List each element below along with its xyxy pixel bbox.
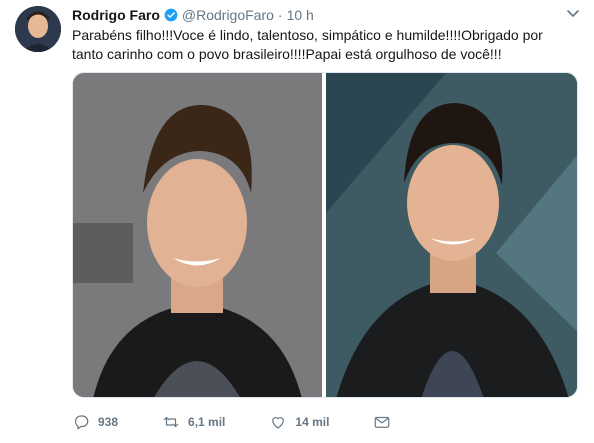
author-name[interactable]: Rodrigo Faro (72, 7, 160, 23)
reply-button[interactable]: 938 (72, 413, 118, 431)
separator: · (277, 7, 283, 23)
reply-count: 938 (98, 415, 119, 429)
tweet: Rodrigo Faro @RodrigoFaro · 10 h Parabén… (0, 0, 594, 443)
verified-badge-icon (164, 8, 178, 22)
photo-right[interactable] (326, 73, 577, 397)
reply-icon (74, 415, 89, 430)
avatar[interactable] (15, 6, 61, 52)
like-count: 14 mil (295, 415, 330, 429)
photo-right-image (326, 73, 577, 397)
like-button[interactable]: 14 mil (269, 413, 329, 431)
retweet-icon (163, 416, 179, 428)
tweet-actions: 938 6,1 mil 14 mil (72, 412, 443, 432)
tweet-header: Rodrigo Faro @RodrigoFaro · 10 h (72, 5, 314, 25)
avatar-image (15, 6, 61, 52)
timestamp[interactable]: 10 h (287, 7, 314, 23)
tweet-text: Parabéns filho!!!Voce é lindo, talentoso… (72, 27, 543, 62)
retweet-count: 6,1 mil (188, 415, 226, 429)
retweet-button[interactable]: 6,1 mil (162, 413, 225, 431)
author-handle[interactable]: @RodrigoFaro (182, 7, 274, 23)
envelope-icon (375, 416, 390, 428)
chevron-down-icon[interactable] (564, 4, 582, 22)
dm-button[interactable] (373, 413, 399, 431)
media-container[interactable] (72, 72, 578, 398)
heart-icon (272, 417, 285, 429)
photo-left[interactable] (73, 73, 322, 397)
photo-left-image (73, 73, 322, 397)
